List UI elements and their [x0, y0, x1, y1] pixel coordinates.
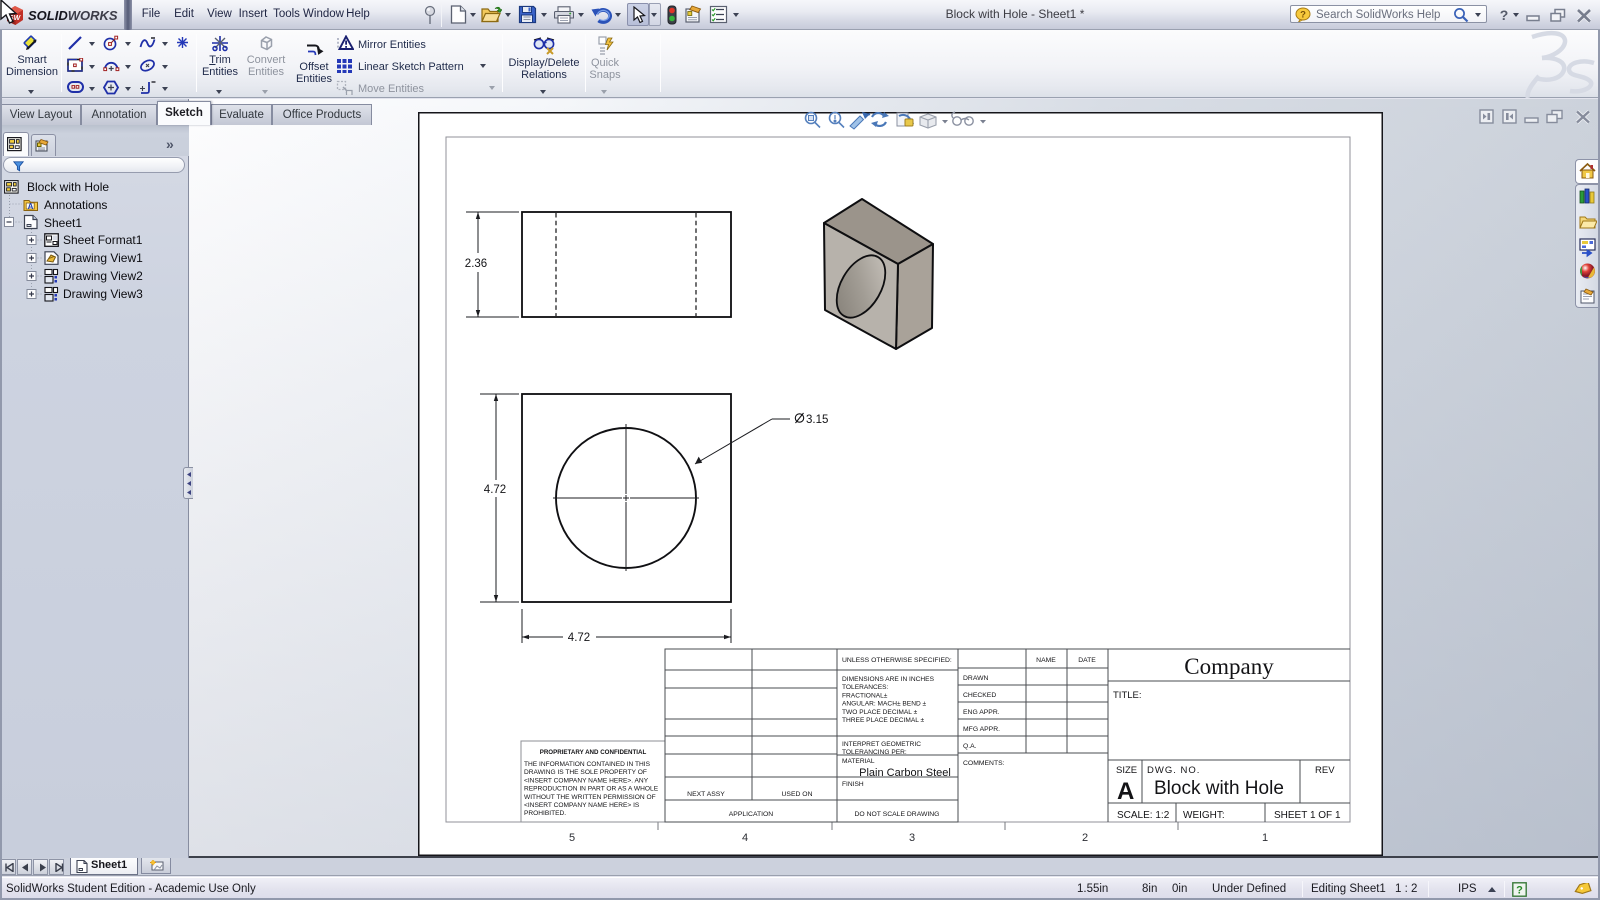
svg-text:3: 3 [909, 832, 915, 844]
svg-text:Sheet Format1: Sheet Format1 [63, 233, 143, 247]
svg-text:Drawing View3: Drawing View3 [63, 287, 143, 301]
svg-text:MATERIAL: MATERIAL [842, 758, 875, 765]
svg-text:Plain Carbon Steel: Plain Carbon Steel [859, 767, 951, 779]
svg-text:DRAWN: DRAWN [963, 675, 989, 682]
svg-text:FRACTIONAL±: FRACTIONAL± [842, 692, 888, 699]
svg-text:Block with Hole: Block with Hole [27, 180, 109, 194]
svg-text:4: 4 [742, 832, 748, 844]
svg-text:THE INFORMATION CONTAINED IN T: THE INFORMATION CONTAINED IN THIS [524, 761, 651, 768]
svg-text:<INSERT COMPANY NAME HERE>. A: <INSERT COMPANY NAME HERE>. ANY [524, 777, 649, 784]
svg-text:WITHOUT THE WRITTEN PERMISSION: WITHOUT THE WRITTEN PERMISSION OF [524, 794, 656, 801]
svg-text:DWG. NO.: DWG. NO. [1147, 765, 1200, 776]
svg-text:SIZE: SIZE [1116, 765, 1137, 776]
svg-text:DRAWING IS THE SOLE PROPERTY O: DRAWING IS THE SOLE PROPERTY OF [524, 769, 647, 776]
svg-text:TITLE:: TITLE: [1113, 690, 1142, 701]
svg-text:DIMENSIONS ARE IN INCHES: DIMENSIONS ARE IN INCHES [842, 676, 935, 683]
svg-text:FINISH: FINISH [842, 781, 864, 788]
svg-text:TOLERANCES:: TOLERANCES: [842, 684, 889, 691]
svg-text:Drawing View2: Drawing View2 [63, 269, 143, 283]
svg-text:Drawing View1: Drawing View1 [63, 251, 143, 265]
svg-text:COMMENTS:: COMMENTS: [963, 760, 1005, 767]
svg-text:TWO PLACE DECIMAL ±: TWO PLACE DECIMAL ± [842, 709, 918, 716]
svg-text:1: 1 [1262, 832, 1268, 844]
svg-text:4.72: 4.72 [568, 632, 590, 644]
svg-text:SHEET 1 OF 1: SHEET 1 OF 1 [1274, 810, 1341, 821]
svg-text:NEXT ASSY: NEXT ASSY [687, 791, 725, 798]
svg-text:3.15: 3.15 [806, 414, 828, 426]
svg-text:2.36: 2.36 [465, 258, 487, 270]
svg-text:Sheet1: Sheet1 [44, 216, 82, 230]
svg-text:2: 2 [1082, 832, 1088, 844]
svg-text:4.72: 4.72 [484, 484, 506, 496]
svg-text:REPRODUCTION IN PART OR AS A W: REPRODUCTION IN PART OR AS A WHOLE [524, 786, 659, 793]
svg-text:UNLESS OTHERWISE SPECIFIED:: UNLESS OTHERWISE SPECIFIED: [842, 657, 952, 664]
svg-text:PROPRIETARY AND CONFIDENTIAL: PROPRIETARY AND CONFIDENTIAL [540, 749, 647, 756]
svg-text:INTERPRET GEOMETRIC: INTERPRET GEOMETRIC [842, 741, 921, 748]
svg-text:Q.A.: Q.A. [963, 743, 977, 750]
svg-text:Annotations: Annotations [44, 198, 107, 212]
svg-text:Block with Hole: Block with Hole [1154, 778, 1284, 799]
svg-text:REV: REV [1315, 765, 1335, 776]
svg-text:WEIGHT:: WEIGHT: [1183, 810, 1225, 821]
svg-text:A: A [1117, 778, 1134, 805]
svg-text:DATE: DATE [1078, 657, 1096, 664]
svg-text:MFG APPR.: MFG APPR. [963, 726, 1000, 733]
svg-text:ENG APPR.: ENG APPR. [963, 709, 1000, 716]
svg-text:TOLERANCING PER:: TOLERANCING PER: [842, 749, 907, 756]
svg-text:CHECKED: CHECKED [963, 692, 996, 699]
svg-text:<INSERT COMPANY NAME HERE> IS: <INSERT COMPANY NAME HERE> IS [524, 802, 640, 809]
svg-text:NAME: NAME [1036, 657, 1056, 664]
svg-text:5: 5 [569, 832, 575, 844]
svg-text:?: ? [1500, 7, 1509, 23]
svg-text:A: A [28, 202, 34, 211]
svg-text:ANGULAR: MACH± BEND ±: ANGULAR: MACH± BEND ± [842, 701, 927, 708]
svg-text:?: ? [1516, 885, 1523, 897]
svg-text:PROHIBITED.: PROHIBITED. [524, 810, 566, 817]
svg-text:USED ON: USED ON [782, 791, 813, 798]
svg-text:APPLICATION: APPLICATION [729, 811, 774, 818]
svg-text:SCALE: 1:2: SCALE: 1:2 [1117, 810, 1170, 821]
svg-text:?: ? [1300, 10, 1306, 21]
svg-text:Company: Company [1184, 654, 1274, 679]
svg-text:DO NOT SCALE DRAWING: DO NOT SCALE DRAWING [855, 811, 940, 818]
svg-text:THREE PLACE DECIMAL ±: THREE PLACE DECIMAL ± [842, 717, 925, 724]
